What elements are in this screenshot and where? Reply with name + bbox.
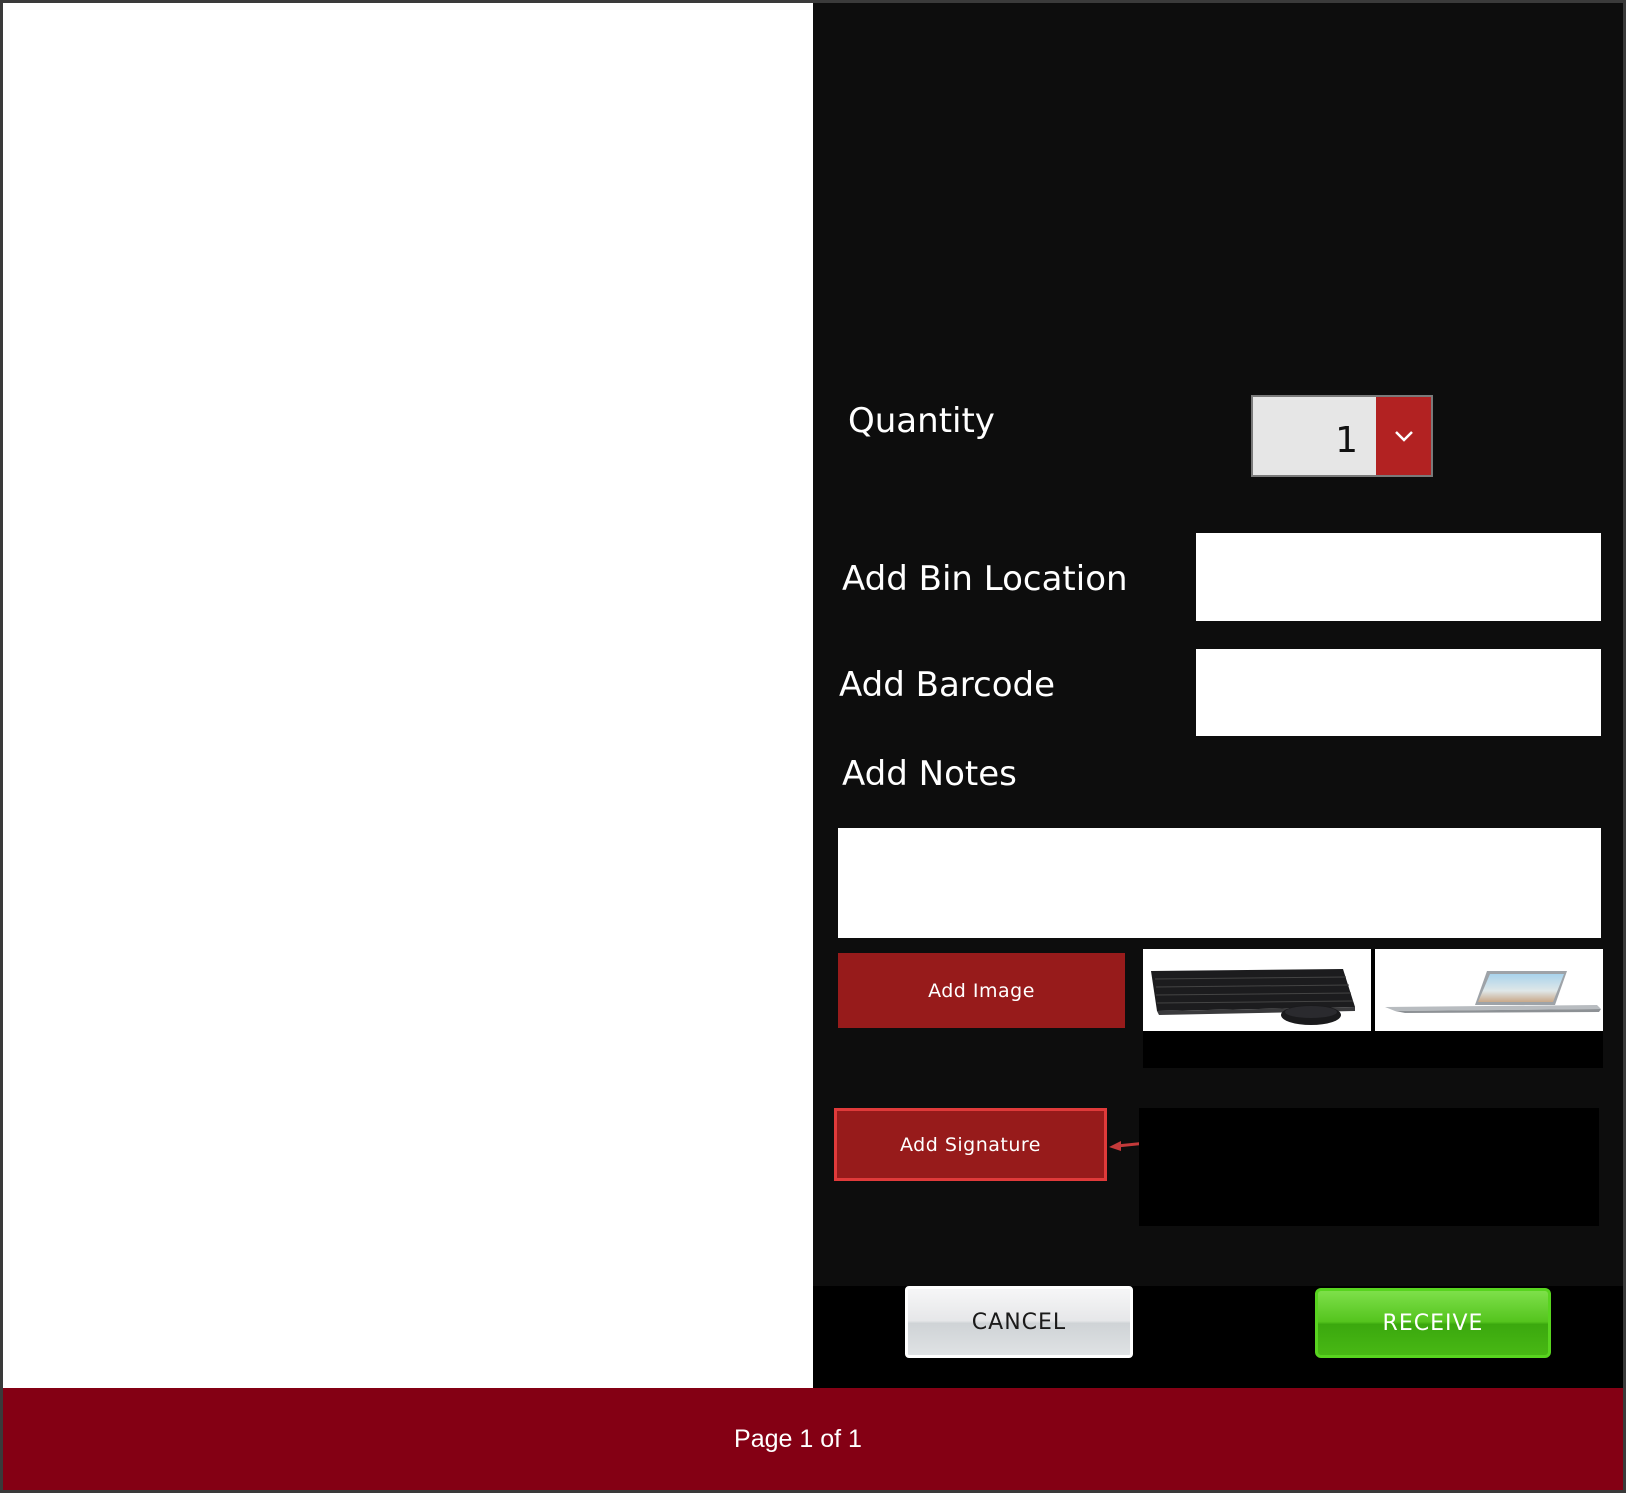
- action-bar: CANCEL RECEIVE: [813, 1286, 1623, 1388]
- notes-label: Add Notes: [842, 754, 1017, 794]
- receive-item-screen: Quantity 1 Add Bin Location Add Barcode …: [3, 3, 1623, 1490]
- cancel-button[interactable]: CANCEL: [905, 1286, 1133, 1358]
- signature-preview: [1139, 1108, 1599, 1226]
- receive-form-panel: Quantity 1 Add Bin Location Add Barcode …: [813, 3, 1623, 1388]
- bin-location-label: Add Bin Location: [842, 559, 1128, 599]
- barcode-input[interactable]: [1196, 649, 1601, 736]
- laptop-icon: [1385, 971, 1601, 1013]
- quantity-value: 1: [1335, 419, 1358, 461]
- bin-location-input[interactable]: [1196, 533, 1601, 621]
- notes-textarea[interactable]: [838, 828, 1601, 938]
- keyboard-mouse-icon: [1151, 969, 1355, 1025]
- chevron-down-icon: [1394, 431, 1413, 442]
- add-signature-button[interactable]: Add Signature: [834, 1108, 1107, 1181]
- barcode-label: Add Barcode: [839, 665, 1056, 705]
- quantity-dropdown[interactable]: 1: [1251, 395, 1433, 477]
- laptop-image[interactable]: [1375, 949, 1603, 1031]
- pagination-footer: Page 1 of 1: [3, 1388, 1623, 1490]
- quantity-dropdown-toggle[interactable]: [1376, 397, 1431, 475]
- add-image-button[interactable]: Add Image: [838, 953, 1125, 1028]
- document-preview-pane: [3, 3, 813, 1388]
- page-indicator: Page 1 of 1: [734, 1424, 862, 1453]
- image-thumbnails: [1143, 949, 1603, 1068]
- keyboard-mouse-image[interactable]: [1143, 949, 1371, 1031]
- receive-button[interactable]: RECEIVE: [1315, 1288, 1551, 1358]
- quantity-label: Quantity: [848, 401, 995, 441]
